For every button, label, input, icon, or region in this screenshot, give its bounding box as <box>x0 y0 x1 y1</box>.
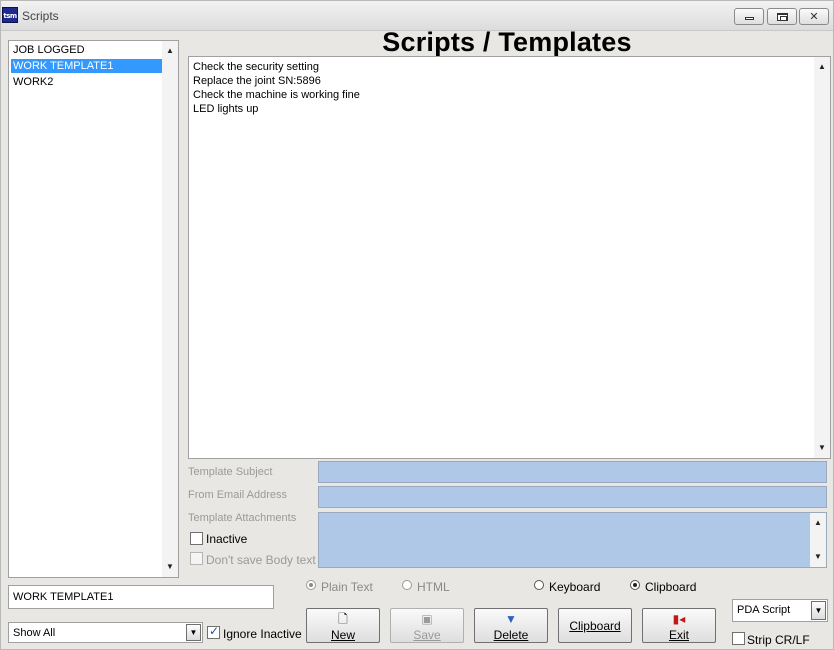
list-item[interactable]: WORK TEMPLATE1 <box>11 59 163 73</box>
save-button[interactable]: ▣ Save <box>390 608 464 643</box>
close-icon: ✕ <box>809 11 819 23</box>
inactive-label: Inactive <box>206 532 248 546</box>
plain-text-label: Plain Text <box>321 580 373 594</box>
inactive-checkbox[interactable] <box>190 532 203 545</box>
scroll-up-icon[interactable]: ▲ <box>162 43 178 59</box>
from-email-label: From Email Address <box>188 489 288 501</box>
new-document-icon: 🗋 <box>338 612 348 626</box>
body-text-line: Check the security setting <box>193 61 319 73</box>
new-button[interactable]: 🗋 New <box>306 608 380 643</box>
scroll-up-icon[interactable]: ▲ <box>810 515 826 531</box>
clipboard-button[interactable]: Clipboard <box>558 608 632 643</box>
scripts-window: tsm Scripts ✕ JOB LOGGED WORK TEMPLATE1 … <box>0 0 834 650</box>
clipboard-radio-label: Clipboard <box>645 580 697 594</box>
body-text-editor[interactable]: Check the security setting Replace the j… <box>188 56 831 459</box>
list-item[interactable]: JOB LOGGED <box>11 43 163 57</box>
trash-can-icon: ▼ <box>505 612 517 626</box>
exit-door-icon: ▮◂ <box>672 612 686 626</box>
body-text-line: Check the machine is working fine <box>193 89 360 101</box>
template-list[interactable]: JOB LOGGED WORK TEMPLATE1 WORK2 ▲ ▼ <box>8 40 179 578</box>
dont-save-body-checkbox[interactable] <box>190 552 203 565</box>
delete-button[interactable]: ▼ Delete <box>474 608 548 643</box>
chevron-down-icon[interactable]: ▼ <box>811 601 826 620</box>
filter-combo-value: Show All <box>13 627 56 639</box>
template-attachments-input[interactable]: ▲ ▼ <box>318 512 827 568</box>
floppy-disk-icon: ▣ <box>421 612 433 626</box>
scroll-down-icon[interactable]: ▼ <box>810 549 826 565</box>
chevron-down-icon[interactable]: ▼ <box>186 624 201 641</box>
script-type-value: PDA Script <box>737 604 791 616</box>
template-attachments-label: Template Attachments <box>188 512 297 524</box>
list-item[interactable]: WORK2 <box>11 75 163 89</box>
minimize-icon <box>745 17 754 20</box>
dont-save-body-label: Don't save Body text <box>206 553 316 567</box>
scroll-up-icon[interactable]: ▲ <box>814 59 830 75</box>
filter-combo[interactable]: Show All ▼ <box>8 622 203 643</box>
maximize-button[interactable] <box>767 8 797 25</box>
strip-crlf-checkbox[interactable] <box>732 632 745 645</box>
page-title: Scripts / Templates <box>382 27 632 57</box>
window-title: Scripts <box>22 9 59 23</box>
app-logo-icon: tsm <box>2 7 18 23</box>
scroll-down-icon[interactable]: ▼ <box>814 440 830 456</box>
ignore-inactive-checkbox[interactable] <box>207 624 220 639</box>
body-text-line: LED lights up <box>193 103 259 115</box>
html-radio[interactable] <box>402 580 412 590</box>
template-subject-input[interactable] <box>318 461 827 483</box>
scroll-down-icon[interactable]: ▼ <box>162 559 178 575</box>
from-email-input[interactable] <box>318 486 827 508</box>
body-scrollbar[interactable]: ▲ ▼ <box>814 57 830 458</box>
attachments-scrollbar[interactable]: ▲ ▼ <box>810 513 826 567</box>
template-name-input[interactable]: WORK TEMPLATE1 <box>8 585 274 609</box>
template-subject-label: Template Subject <box>188 466 273 478</box>
body-text-line: Replace the joint SN:5896 <box>193 75 321 87</box>
exit-button[interactable]: ▮◂ Exit <box>642 608 716 643</box>
keyboard-radio[interactable] <box>534 580 544 590</box>
minimize-button[interactable] <box>734 8 764 25</box>
ignore-inactive-label: Ignore Inactive <box>223 627 302 641</box>
list-scrollbar[interactable]: ▲ ▼ <box>162 41 178 577</box>
strip-crlf-label: Strip CR/LF <box>747 633 810 647</box>
clipboard-radio[interactable] <box>630 580 640 590</box>
keyboard-label: Keyboard <box>549 580 601 594</box>
plain-text-radio[interactable] <box>306 580 316 590</box>
restore-icon <box>777 13 788 21</box>
html-label: HTML <box>417 580 450 594</box>
close-button[interactable]: ✕ <box>799 8 829 25</box>
script-type-combo[interactable]: PDA Script ▼ <box>732 599 828 622</box>
